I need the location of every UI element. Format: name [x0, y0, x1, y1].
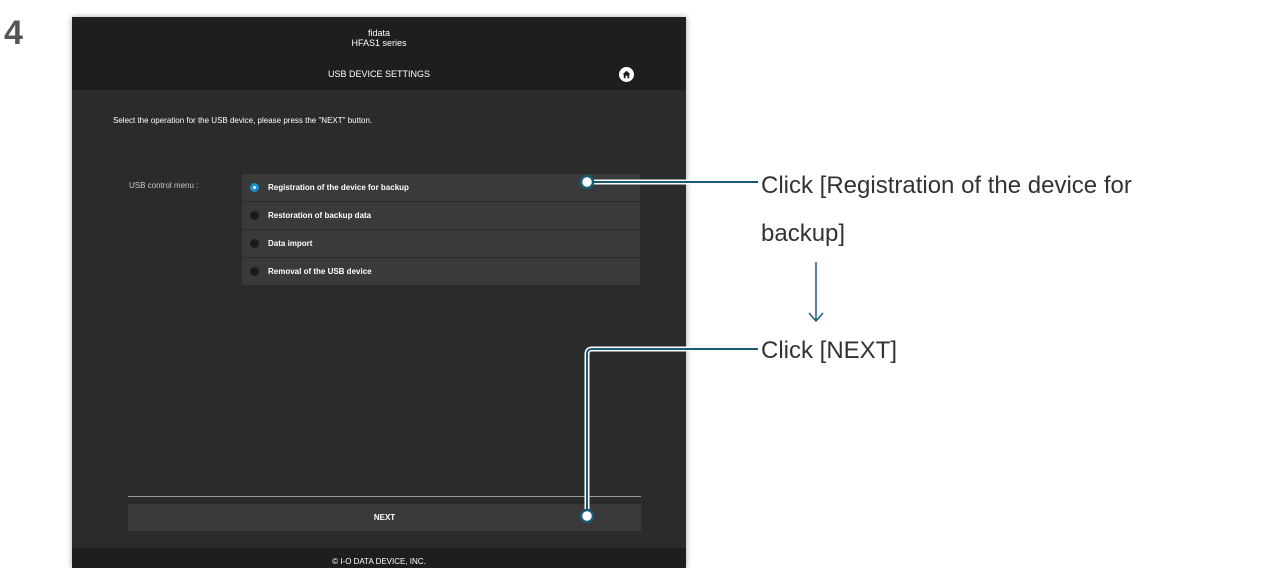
menu-item-removal[interactable]: Removal of the USB device [242, 258, 640, 285]
header: fidata HFAS1 series USB DEVICE SETTINGS [72, 17, 686, 90]
usb-menu-label: USB control menu : [129, 181, 199, 190]
callout-registration-line2: backup] [761, 220, 846, 247]
menu-item-label: Restoration of backup data [268, 211, 372, 220]
step-number: 4 [4, 14, 23, 52]
instruction-text: Select the operation for the USB device,… [113, 116, 373, 125]
menu-item-data-import[interactable]: Data import [242, 230, 640, 257]
callout-registration: Click [Registration of the device for ba… [761, 162, 1132, 258]
arrow-down-icon [808, 262, 824, 323]
radio-button[interactable] [250, 211, 259, 220]
callout-registration-line1: Click [Registration of the device for [761, 172, 1132, 199]
usb-control-menu: Registration of the device for backup Re… [242, 174, 640, 286]
radio-button[interactable] [250, 239, 259, 248]
callout-next: Click [NEXT] [761, 337, 898, 364]
home-button[interactable] [619, 67, 634, 82]
copyright-footer: © I-O DATA DEVICE, INC. [72, 548, 686, 568]
menu-item-registration[interactable]: Registration of the device for backup [242, 174, 640, 201]
radio-button[interactable] [250, 183, 259, 192]
radio-button[interactable] [250, 267, 259, 276]
menu-item-restoration[interactable]: Restoration of backup data [242, 202, 640, 229]
menu-item-label: Removal of the USB device [268, 267, 372, 276]
divider [128, 496, 641, 497]
page-title: USB DEVICE SETTINGS [327, 69, 431, 79]
next-button[interactable]: NEXT [128, 504, 641, 531]
menu-item-label: Registration of the device for backup [268, 183, 409, 192]
home-icon [622, 70, 631, 79]
device-settings-screen: fidata HFAS1 series USB DEVICE SETTINGS … [72, 17, 686, 568]
menu-item-label: Data import [268, 239, 313, 248]
model-name: HFAS1 series [351, 38, 407, 48]
